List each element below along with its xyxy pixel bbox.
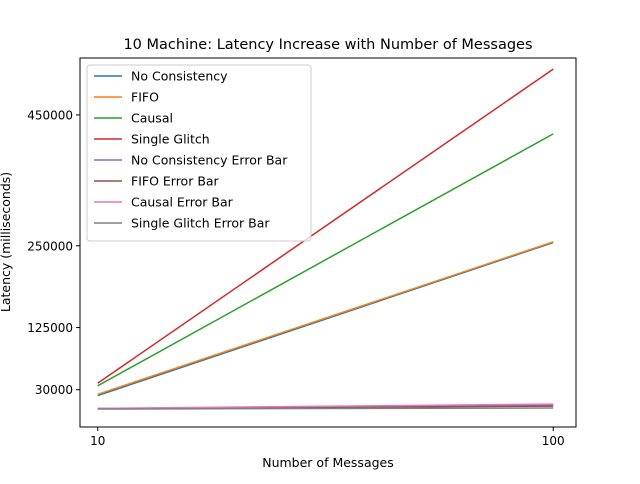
- series-line-7: [97, 407, 554, 410]
- line-chart: 10 Machine: Latency Increase with Number…: [0, 0, 640, 480]
- y-tick-label: 125000: [27, 321, 73, 335]
- y-tick-label: 450000: [27, 108, 73, 122]
- x-tick-label: 10: [90, 434, 105, 448]
- legend-label-0: No Consistency: [131, 69, 228, 84]
- legend-label-2: Causal: [131, 111, 173, 126]
- y-tick-label: 250000: [27, 239, 73, 253]
- legend-label-4: No Consistency Error Bar: [131, 153, 288, 168]
- legend-label-1: FIFO: [131, 90, 159, 105]
- legend-label-3: Single Glitch: [131, 132, 210, 147]
- y-tick-label: 30000: [35, 383, 73, 397]
- x-tick-label: 100: [542, 434, 565, 448]
- x-axis-label: Number of Messages: [262, 455, 394, 470]
- legend-label-5: FIFO Error Bar: [131, 174, 220, 189]
- chart-title: 10 Machine: Latency Increase with Number…: [123, 37, 532, 53]
- chart-figure: 10 Machine: Latency Increase with Number…: [0, 0, 640, 480]
- legend: No Consistency FIFO Causal Single Glitch No …: [86, 64, 312, 242]
- legend-label-6: Causal Error Bar: [131, 195, 234, 210]
- y-axis-label: Latency (milliseconds): [0, 172, 13, 312]
- legend-label-7: Single Glitch Error Bar: [131, 216, 270, 231]
